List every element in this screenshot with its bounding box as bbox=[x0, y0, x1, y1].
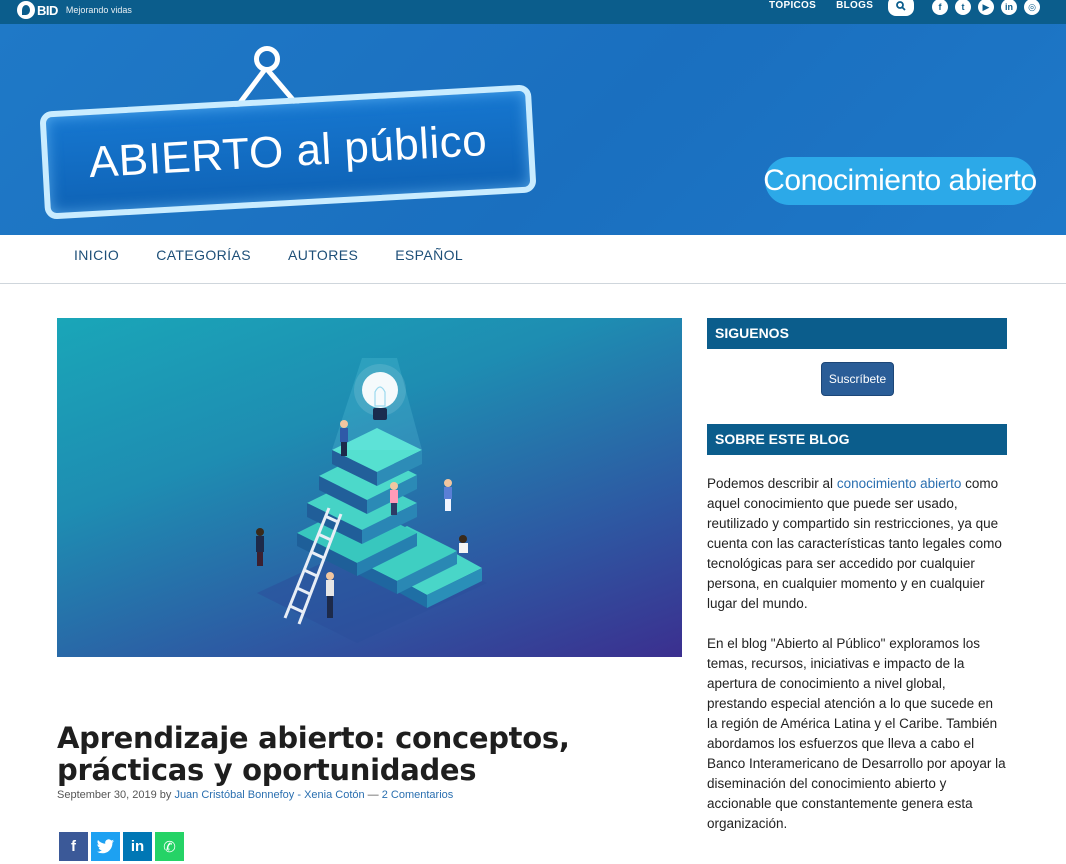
article-meta: September 30, 2019 by Juan Cristóbal Bon… bbox=[57, 789, 453, 801]
twitter-share-icon[interactable] bbox=[91, 832, 120, 861]
facebook-icon[interactable]: f bbox=[932, 0, 948, 15]
conocimiento-abierto-badge: Conocimiento abierto bbox=[763, 157, 1037, 205]
nav-item-autores[interactable]: AUTORES bbox=[288, 247, 358, 263]
search-button[interactable] bbox=[888, 0, 914, 16]
top-links: TÓPICOS BLOGS bbox=[769, 0, 873, 14]
facebook-share-icon[interactable]: f bbox=[59, 832, 88, 861]
youtube-icon[interactable]: ▶ bbox=[978, 0, 994, 15]
social-links: f t ▶ in ◎ bbox=[932, 0, 1040, 15]
follow-heading: SIGUENOS bbox=[707, 318, 1007, 349]
bid-logo-icon bbox=[17, 1, 35, 19]
nav-item-categorias[interactable]: CATEGORÍAS bbox=[156, 247, 251, 263]
about-blog-text: Podemos describir al conocimiento abiert… bbox=[707, 474, 1007, 854]
whatsapp-share-icon[interactable]: ✆ bbox=[155, 832, 184, 861]
nav-item-espanol[interactable]: ESPAÑOL bbox=[395, 247, 463, 263]
linkedin-icon[interactable]: in bbox=[1001, 0, 1017, 15]
main-nav: INICIO CATEGORÍAS AUTORES ESPAÑOL bbox=[0, 235, 1066, 284]
subscribe-button[interactable]: Suscríbete bbox=[821, 362, 894, 396]
books-lightbulb-illustration bbox=[256, 358, 487, 643]
comments-link[interactable]: 2 Comentarios bbox=[382, 789, 454, 801]
blog-title: ABIERTO al público bbox=[87, 115, 489, 188]
about-paragraph-2: En el blog "Abierto al Público" exploram… bbox=[707, 636, 1006, 831]
topics-link[interactable]: TÓPICOS bbox=[769, 0, 816, 14]
blogs-link[interactable]: BLOGS bbox=[836, 0, 873, 14]
about-heading: SOBRE ESTE BLOG bbox=[707, 424, 1007, 455]
share-buttons: f in ✆ bbox=[59, 832, 184, 861]
linkedin-share-icon[interactable]: in bbox=[123, 832, 152, 861]
article-hero-image[interactable] bbox=[57, 318, 682, 657]
brand-name: BID bbox=[37, 2, 58, 18]
twitter-icon[interactable]: t bbox=[955, 0, 971, 15]
blog-banner[interactable]: ABIERTO al público Conocimiento abierto bbox=[0, 24, 1066, 235]
search-icon bbox=[896, 1, 906, 11]
bid-logo[interactable]: BID Mejorando vidas bbox=[17, 1, 132, 19]
about-paragraph-1: Podemos describir al conocimiento abiert… bbox=[707, 476, 1002, 611]
brand-tagline: Mejorando vidas bbox=[65, 5, 132, 15]
instagram-icon[interactable]: ◎ bbox=[1024, 0, 1040, 15]
by-label: by bbox=[159, 789, 172, 801]
conocimiento-abierto-link[interactable]: conocimiento abierto bbox=[837, 476, 962, 491]
top-bar: BID Mejorando vidas TÓPICOS BLOGS f t ▶ … bbox=[0, 0, 1066, 24]
article-title: Aprendizaje abierto: conceptos, práctica… bbox=[57, 721, 570, 787]
meta-separator: — bbox=[367, 789, 382, 801]
article-authors-link[interactable]: Juan Cristóbal Bonnefoy - Xenia Cotón bbox=[174, 789, 364, 801]
article-date: September 30, 2019 bbox=[57, 789, 157, 801]
sign-ring-icon bbox=[254, 46, 280, 72]
blog-title-sign: ABIERTO al público bbox=[39, 84, 537, 220]
nav-item-inicio[interactable]: INICIO bbox=[74, 247, 119, 263]
